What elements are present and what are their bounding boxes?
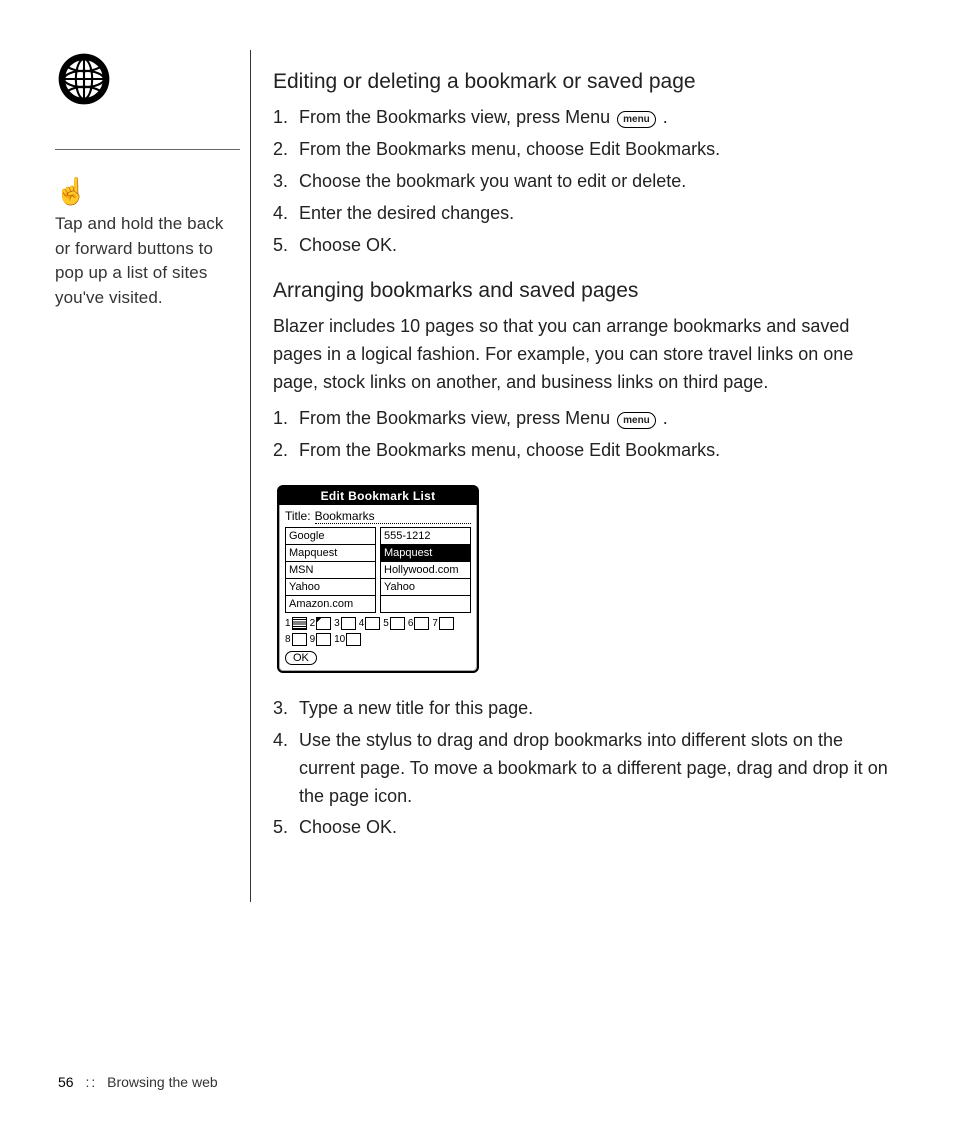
edit-bookmark-list-dialog: Edit Bookmark List Title: Bookmarks Goog… (277, 485, 479, 673)
step-number: 1. (273, 405, 299, 433)
bookmark-slot[interactable]: Mapquest (285, 544, 376, 562)
bookmark-slot[interactable]: MSN (285, 561, 376, 579)
step-item: 2.From the Bookmarks menu, choose Edit B… (273, 136, 894, 164)
steps-list-1: 1.From the Bookmarks view, press Menu me… (273, 104, 894, 259)
bookmark-slot[interactable]: Hollywood.com (380, 561, 471, 579)
bookmark-slot[interactable]: Yahoo (380, 578, 471, 596)
bookmark-slot[interactable]: Mapquest (380, 544, 471, 562)
page-icon[interactable]: 1 (285, 617, 307, 630)
step-number: 3. (273, 168, 299, 196)
page-icon[interactable]: 3 (334, 617, 356, 630)
step-item: 1.From the Bookmarks view, press Menu me… (273, 104, 894, 132)
step-text: From the Bookmarks view, press Menu menu… (299, 104, 894, 132)
section-heading-editing: Editing or deleting a bookmark or saved … (273, 70, 894, 94)
section-heading-arranging: Arranging bookmarks and saved pages (273, 279, 894, 303)
step-text: Enter the desired changes. (299, 200, 894, 228)
section2-intro: Blazer includes 10 pages so that you can… (273, 313, 894, 397)
step-text: From the Bookmarks menu, choose Edit Boo… (299, 136, 894, 164)
step-number: 5. (273, 814, 299, 842)
title-field[interactable]: Bookmarks (315, 509, 471, 524)
step-text: From the Bookmarks menu, choose Edit Boo… (299, 437, 894, 465)
page-footer: 56 :: Browsing the web (58, 1074, 218, 1090)
step-item: 3.Type a new title for this page. (273, 695, 894, 723)
step-number: 4. (273, 727, 299, 811)
page-icon[interactable]: 2 (310, 617, 332, 630)
page-icon[interactable]: 7 (432, 617, 454, 630)
bookmark-slot[interactable]: Google (285, 527, 376, 545)
step-text: Use the stylus to drag and drop bookmark… (299, 727, 894, 811)
sidebar-divider (55, 149, 240, 150)
step-item: 1.From the Bookmarks view, press Menu me… (273, 405, 894, 433)
step-item: 5.Choose OK. (273, 814, 894, 842)
page-icon[interactable]: 10 (334, 633, 361, 646)
step-number: 2. (273, 136, 299, 164)
step-text: Choose the bookmark you want to edit or … (299, 168, 894, 196)
tip-text: Tap and hold the back or forward buttons… (55, 212, 240, 311)
step-number: 5. (273, 232, 299, 260)
bookmark-slot[interactable]: 555-1212 (380, 527, 471, 545)
main-content: Editing or deleting a bookmark or saved … (250, 50, 894, 902)
step-number: 2. (273, 437, 299, 465)
page-icon[interactable]: 9 (310, 633, 332, 646)
page-icon[interactable]: 8 (285, 633, 307, 646)
title-label: Title: (285, 509, 311, 523)
menu-key-icon: menu (617, 111, 656, 128)
step-item: 5.Choose OK. (273, 232, 894, 260)
ok-button[interactable]: OK (285, 651, 317, 665)
page-icon[interactable]: 6 (408, 617, 430, 630)
step-text: Type a new title for this page. (299, 695, 894, 723)
bookmark-slot[interactable]: Yahoo (285, 578, 376, 596)
step-item: 3.Choose the bookmark you want to edit o… (273, 168, 894, 196)
step-number: 1. (273, 104, 299, 132)
step-item: 4.Use the stylus to drag and drop bookma… (273, 727, 894, 811)
step-number: 4. (273, 200, 299, 228)
globe-icon (55, 50, 240, 113)
page-selector-row: 1234567 8910 (285, 617, 471, 646)
page-icon[interactable]: 5 (383, 617, 405, 630)
page-icon[interactable]: 4 (359, 617, 381, 630)
dialog-titlebar: Edit Bookmark List (279, 487, 477, 505)
menu-key-icon: menu (617, 412, 656, 429)
step-text: Choose OK. (299, 814, 894, 842)
step-number: 3. (273, 695, 299, 723)
steps-list-2a: 1.From the Bookmarks view, press Menu me… (273, 405, 894, 465)
footer-separator: :: (85, 1074, 97, 1090)
bookmark-slot[interactable] (380, 595, 471, 613)
bookmark-left-column: GoogleMapquestMSNYahooAmazon.com (285, 527, 376, 612)
chapter-title: Browsing the web (107, 1074, 218, 1090)
bookmark-slot[interactable]: Amazon.com (285, 595, 376, 613)
step-text: From the Bookmarks view, press Menu menu… (299, 405, 894, 433)
pointing-hand-icon: ☝ (55, 178, 240, 204)
step-item: 2.From the Bookmarks menu, choose Edit B… (273, 437, 894, 465)
step-item: 4.Enter the desired changes. (273, 200, 894, 228)
bookmark-right-column: 555-1212MapquestHollywood.comYahoo (380, 527, 471, 612)
page-number: 56 (58, 1074, 74, 1090)
step-text: Choose OK. (299, 232, 894, 260)
steps-list-2b: 3.Type a new title for this page.4.Use t… (273, 695, 894, 842)
